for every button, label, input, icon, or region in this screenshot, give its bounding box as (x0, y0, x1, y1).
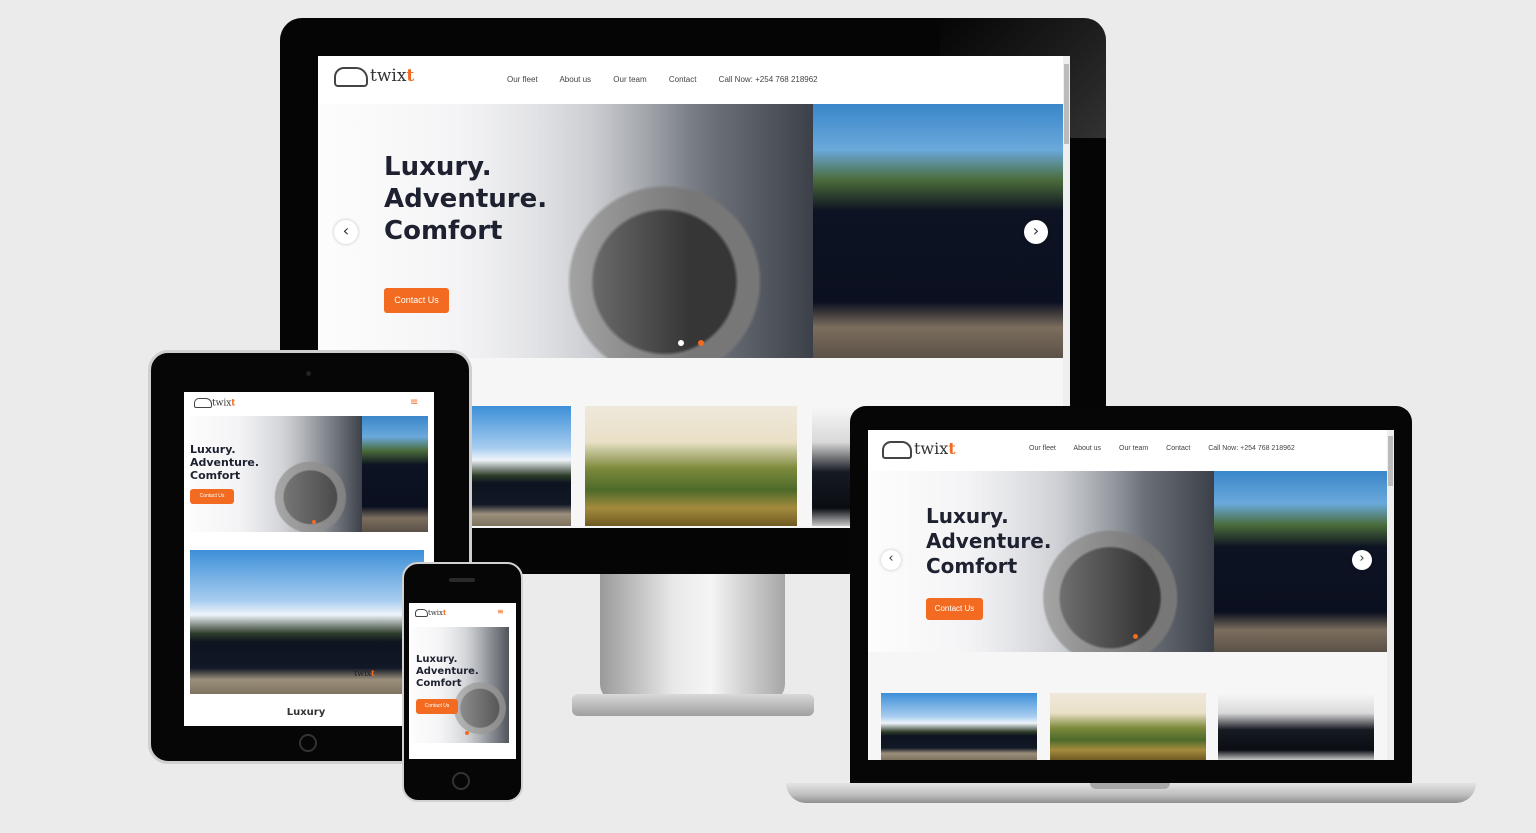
phone-slide-dot[interactable] (465, 731, 469, 735)
headline-line-1: Luxury. (384, 152, 492, 182)
nav-call-now[interactable]: Call Now: +254 768 218962 (719, 75, 818, 84)
tablet-logo[interactable]: twixt (194, 398, 235, 409)
brand-accent: t (406, 66, 415, 86)
monitor-stand (600, 574, 785, 702)
tablet-section-title: Luxury (286, 707, 326, 718)
laptop-thumb-sedan[interactable] (1218, 693, 1374, 760)
tablet-contact-button[interactable]: Contact Us (190, 489, 234, 504)
phone-menu-icon[interactable]: ≡ (497, 607, 504, 616)
headline-line-2: Adventure. (384, 184, 548, 214)
nav-our-team[interactable]: Our team (613, 75, 646, 84)
desktop-header: twixt Our fleet About us Our team Contac… (318, 56, 1070, 104)
desktop-thumb-safari[interactable] (585, 406, 797, 526)
car-outline-icon (334, 66, 368, 87)
laptop-notch (1090, 783, 1170, 789)
monitor-base (572, 694, 814, 716)
nav-contact[interactable]: Contact (1166, 445, 1190, 452)
headline-line-1: Luxury. (926, 504, 1009, 528)
laptop-screen: twixt Our fleet About us Our team Contac… (868, 430, 1394, 760)
phone-logo[interactable]: twixt (415, 608, 446, 617)
headline-line-3: Comfort (926, 554, 1018, 578)
desktop-scrollbar-thumb[interactable] (1064, 64, 1069, 144)
desktop-thumb-fleet[interactable] (471, 406, 571, 526)
brand-accent: t (443, 608, 447, 617)
phone-home-button[interactable] (452, 772, 470, 790)
headline-line-1: Luxury. (416, 654, 458, 665)
tablet-screen: twixt ≡ Luxury. Adventure. Comfort Conta… (184, 392, 434, 726)
headline-line-2: Adventure. (190, 456, 260, 469)
headline-line-3: Comfort (190, 469, 241, 482)
headline-line-2: Adventure. (926, 529, 1052, 553)
phone-contact-button[interactable]: Contact Us (416, 699, 458, 714)
car-outline-icon (194, 398, 212, 408)
nav-about-us[interactable]: About us (1073, 445, 1101, 452)
nav-contact[interactable]: Contact (669, 75, 697, 84)
laptop-nav: Our fleet About us Our team Contact Call… (1029, 445, 1295, 452)
nav-call-now[interactable]: Call Now: +254 768 218962 (1208, 445, 1295, 452)
headline-line-2: Adventure. (416, 666, 479, 677)
laptop-prev-arrow-icon[interactable]: ‹ (881, 550, 901, 570)
phone-screen: twixt ≡ Luxury. Adventure. Comfort Conta… (409, 603, 516, 759)
tablet-fleet-image[interactable] (190, 550, 424, 694)
tablet-camera (306, 371, 311, 376)
desktop-slide-dot-2[interactable] (698, 340, 704, 346)
brand-name: twix (914, 439, 949, 458)
laptop-hero-headline: Luxury. Adventure. Comfort (926, 506, 1051, 576)
desktop-nav: Our fleet About us Our team Contact Call… (507, 75, 818, 84)
nav-our-fleet[interactable]: Our fleet (1029, 445, 1056, 452)
laptop-thumb-safari[interactable] (1050, 693, 1206, 760)
watermark-brand: twix (354, 669, 372, 678)
laptop-slide-dot[interactable] (1133, 634, 1138, 639)
headline-line-3: Comfort (416, 678, 462, 689)
headline-line-3: Comfort (384, 216, 503, 246)
desktop-prev-arrow-icon[interactable]: ‹ (334, 220, 358, 244)
brand-accent: t (948, 439, 956, 458)
car-outline-icon (882, 440, 912, 459)
nav-our-fleet[interactable]: Our fleet (507, 75, 538, 84)
laptop-scrollbar-thumb[interactable] (1388, 436, 1393, 486)
headline-line-1: Luxury. (190, 443, 236, 456)
nav-about-us[interactable]: About us (559, 75, 591, 84)
laptop-header: twixt Our fleet About us Our team Contac… (868, 430, 1394, 471)
brand-accent: t (231, 398, 236, 409)
tablet-home-button[interactable] (299, 734, 317, 752)
desktop-slide-dot-1[interactable] (678, 340, 684, 346)
tablet-menu-icon[interactable]: ≡ (410, 397, 418, 408)
watermark-accent: t (371, 668, 375, 678)
brand-name: twix (428, 609, 443, 617)
tablet-slide-dot[interactable] (312, 520, 316, 524)
laptop-next-arrow-icon[interactable]: › (1352, 550, 1372, 570)
nav-our-team[interactable]: Our team (1119, 445, 1148, 452)
car-outline-icon (415, 609, 428, 617)
phone-hero-headline: Luxury. Adventure. Comfort (416, 655, 479, 689)
tablet-hero-suv-image (362, 416, 428, 532)
brand-name: twix (212, 398, 232, 409)
phone-speaker (449, 578, 475, 582)
laptop-thumb-fleet[interactable] (881, 693, 1037, 760)
desktop-hero-headline: Luxury. Adventure. Comfort (384, 154, 547, 244)
laptop-logo[interactable]: twixt (882, 439, 956, 459)
tablet-hero-headline: Luxury. Adventure. Comfort (190, 444, 259, 481)
laptop-contact-button[interactable]: Contact Us (926, 598, 983, 620)
desktop-contact-button[interactable]: Contact Us (384, 288, 449, 313)
desktop-next-arrow-icon[interactable]: › (1024, 220, 1048, 244)
brand-name: twix (370, 66, 407, 86)
tablet-fleet-watermark: twixt (354, 668, 375, 678)
desktop-logo[interactable]: twixt (334, 66, 414, 87)
